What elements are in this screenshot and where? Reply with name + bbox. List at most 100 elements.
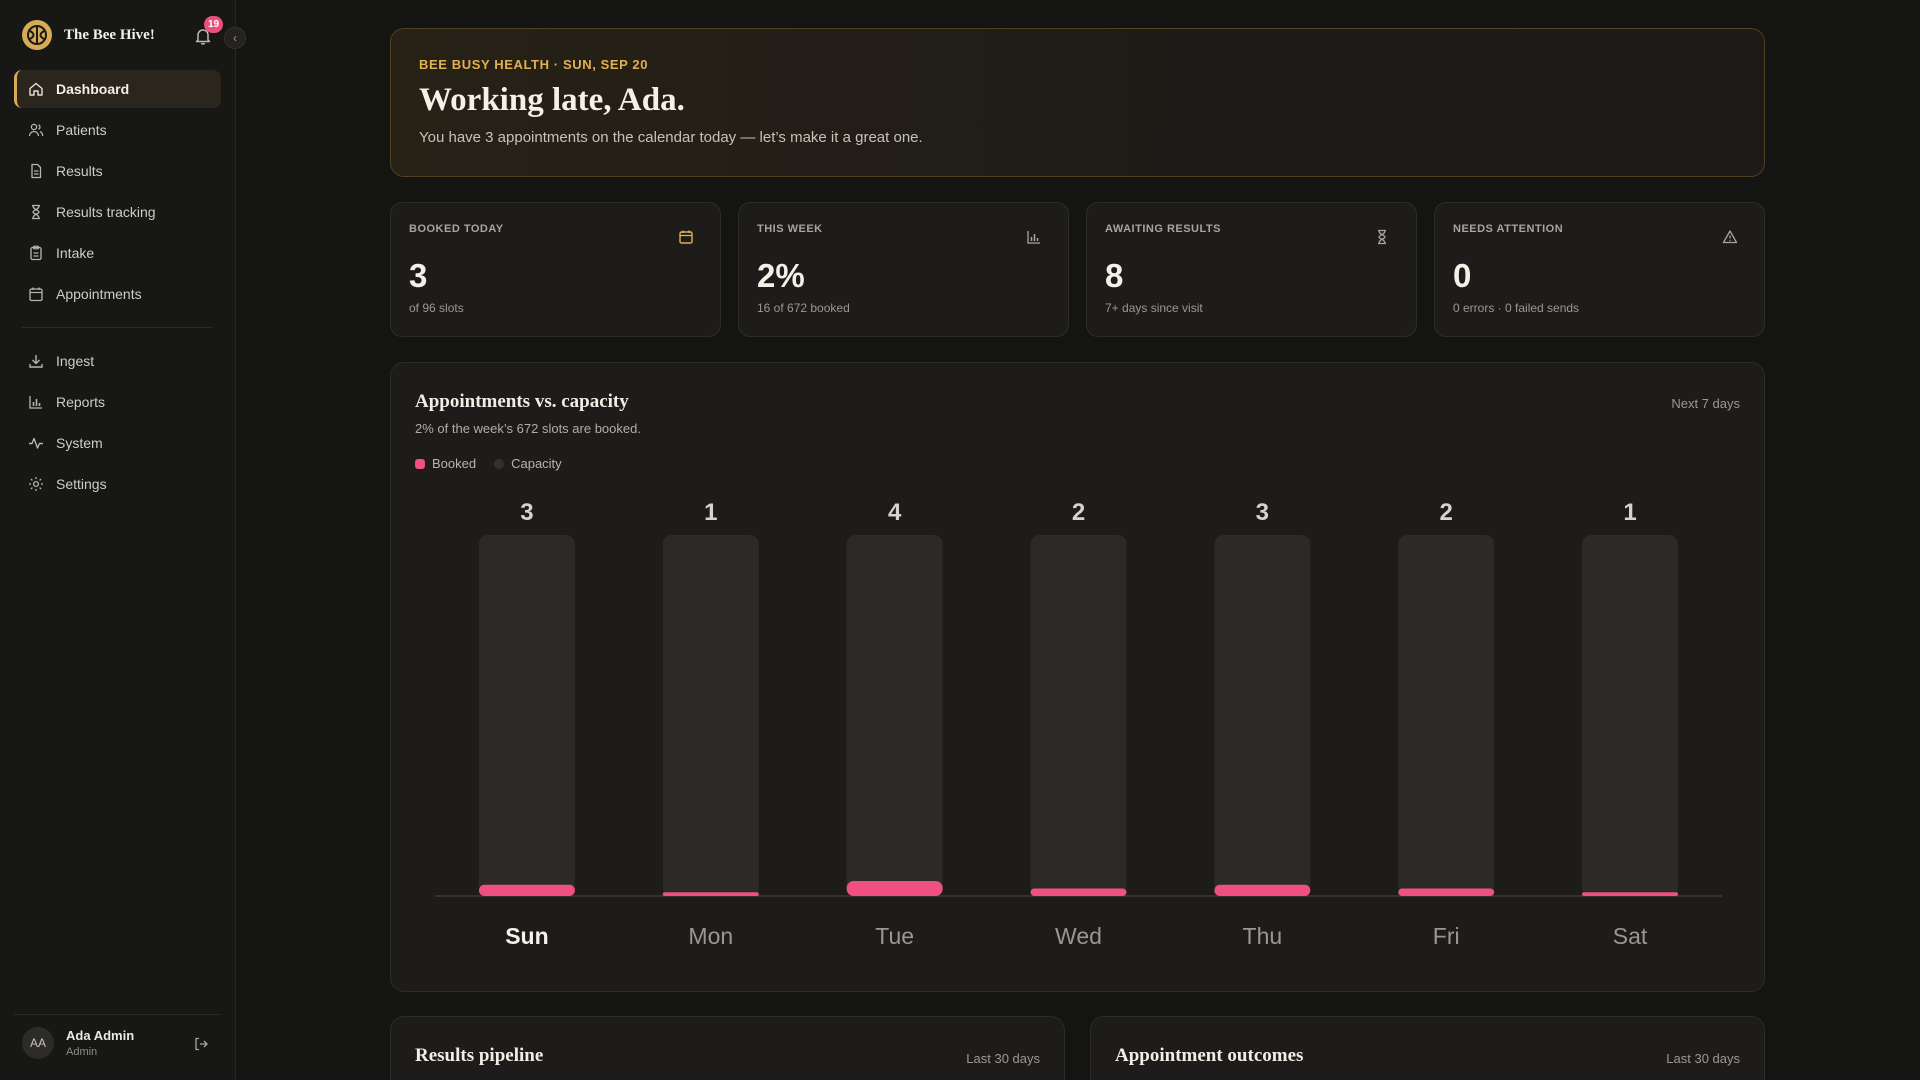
- chart-legend: Booked Capacity: [415, 456, 562, 471]
- bar-value-label: 1: [704, 499, 717, 526]
- capacity-bar: [1582, 535, 1679, 896]
- stat-value: 8: [1105, 257, 1124, 294]
- bar-chart-icon: [29, 396, 42, 409]
- card-title: Appointment outcomes: [1115, 1045, 1304, 1066]
- sidebar-item-label: Intake: [56, 245, 95, 261]
- sidebar: The Bee Hive! 19 ‹ Dashboard Patients Re…: [0, 0, 246, 1080]
- appointment-outcomes-card: Appointment outcomes Last 30 days: [1090, 1016, 1765, 1080]
- sidebar-item-dashboard[interactable]: Dashboard: [14, 70, 221, 108]
- bar-value-label: 3: [520, 499, 533, 526]
- x-tick-label: Mon: [688, 923, 733, 949]
- card-range[interactable]: Last 30 days: [966, 1051, 1040, 1066]
- legend-label: Capacity: [511, 456, 562, 471]
- welcome-banner: BEE BUSY HEALTH · SUN, SEP 20 Working la…: [390, 28, 1765, 177]
- banner-eyebrow: BEE BUSY HEALTH · SUN, SEP 20: [419, 57, 649, 72]
- capacity-bar: [662, 535, 759, 896]
- booked-bar: [1030, 888, 1127, 896]
- stat-sub: 0 errors · 0 failed sends: [1453, 301, 1580, 315]
- booked-bar: [1214, 884, 1311, 896]
- x-tick-label: Fri: [1433, 923, 1460, 949]
- legend-swatch: [494, 458, 505, 469]
- sidebar-item-label: Results: [56, 163, 103, 179]
- avatar: AA: [22, 1027, 54, 1059]
- card-range[interactable]: Last 30 days: [1666, 1051, 1740, 1066]
- capacity-bar: [1214, 535, 1311, 896]
- calendar-icon: [29, 287, 43, 302]
- stat-card-this-week[interactable]: THIS WEEK 2% 16 of 672 booked: [738, 202, 1069, 337]
- user-divider: [14, 1014, 221, 1015]
- stat-label: NEEDS ATTENTION: [1453, 223, 1564, 235]
- sidebar-item-label: Dashboard: [56, 81, 130, 97]
- sidebar-item-intake[interactable]: Intake: [14, 234, 221, 272]
- stat-value: 3: [409, 257, 428, 294]
- clipboard-icon: [30, 245, 42, 261]
- sidebar-nav: Dashboard Patients Results Results track…: [14, 70, 221, 506]
- user-name: Ada Admin: [66, 1028, 135, 1043]
- bar-value-label: 2: [1440, 499, 1453, 526]
- sidebar-item-system[interactable]: System: [14, 424, 221, 462]
- legend-item-booked: Booked: [415, 456, 476, 471]
- x-tick-label: Sun: [505, 923, 548, 949]
- sidebar-item-label: Settings: [56, 476, 107, 492]
- bar-value-label: 1: [1623, 499, 1636, 526]
- alert-triangle-icon: [1722, 230, 1738, 244]
- stat-sub: of 96 slots: [409, 301, 464, 315]
- card-title: Results pipeline: [415, 1045, 544, 1066]
- x-tick-label: Sat: [1613, 923, 1648, 949]
- sidebar-divider: [22, 327, 213, 328]
- chevron-left-icon: ‹: [233, 31, 237, 45]
- sidebar-item-settings[interactable]: Settings: [14, 465, 221, 503]
- home-icon: [29, 82, 43, 96]
- booked-bar: [1582, 892, 1679, 896]
- booked-bar: [662, 892, 759, 896]
- user-profile[interactable]: AA Ada Admin Admin: [22, 1027, 134, 1059]
- capacity-bar: [478, 535, 575, 896]
- legend-label: Booked: [432, 456, 477, 471]
- sidebar-item-ingest[interactable]: Ingest: [14, 342, 221, 380]
- sidebar-item-label: Appointments: [56, 286, 142, 302]
- bar-value-label: 4: [888, 499, 902, 526]
- stat-label: THIS WEEK: [757, 223, 823, 235]
- hourglass-icon: [32, 204, 40, 220]
- bar-chart-icon: [1027, 231, 1040, 244]
- logout-icon[interactable]: [193, 1036, 209, 1052]
- legend-item-capacity: Capacity: [494, 456, 562, 471]
- sidebar-item-patients[interactable]: Patients: [14, 111, 221, 149]
- capacity-bar: [1398, 535, 1495, 896]
- collapse-sidebar-button[interactable]: ‹: [224, 27, 246, 49]
- sidebar-item-results-tracking[interactable]: Results tracking: [14, 193, 221, 231]
- sidebar-item-appointments[interactable]: Appointments: [14, 275, 221, 313]
- chart-title: Appointments vs. capacity: [415, 391, 629, 412]
- bar-value-label: 2: [1072, 499, 1085, 526]
- stat-value: 0: [1453, 257, 1472, 294]
- stat-value: 2%: [757, 257, 805, 294]
- stat-label: BOOKED TODAY: [409, 223, 504, 235]
- notification-badge: 19: [204, 16, 224, 33]
- app-name: The Bee Hive!: [64, 26, 155, 43]
- x-tick-label: Wed: [1055, 923, 1102, 949]
- booked-bar: [478, 884, 575, 896]
- x-tick-label: Thu: [1243, 923, 1283, 949]
- stat-card-needs-attention[interactable]: NEEDS ATTENTION 0 0 errors · 0 failed se…: [1434, 202, 1765, 337]
- x-tick-label: Tue: [875, 923, 914, 949]
- chart-range[interactable]: Next 7 days: [1671, 396, 1740, 411]
- appointments-capacity-card: 3 Sun 1 Mon 4 Tue 2 Wed 3 Thu 2 Fri 1 Sat Appointment…: [390, 362, 1765, 992]
- booked-bar: [846, 880, 943, 896]
- stat-sub: 16 of 672 booked: [757, 301, 850, 315]
- sidebar-item-label: Reports: [56, 394, 106, 410]
- download-icon: [29, 355, 43, 368]
- sidebar-item-reports[interactable]: Reports: [14, 383, 221, 421]
- sidebar-item-label: Patients: [56, 122, 107, 138]
- calendar-icon: [679, 230, 693, 244]
- stat-card-booked-today[interactable]: BOOKED TODAY 3 of 96 slots: [390, 202, 721, 337]
- sidebar-item-results[interactable]: Results: [14, 152, 221, 190]
- stat-card-awaiting-results[interactable]: AWAITING RESULTS 8 7+ days since visit: [1086, 202, 1417, 337]
- stat-sub: 7+ days since visit: [1105, 301, 1203, 315]
- capacity-bar: [1030, 535, 1127, 896]
- brand[interactable]: The Bee Hive!: [22, 20, 155, 50]
- gear-icon: [29, 477, 43, 491]
- capacity-bar: [846, 535, 943, 896]
- results-pipeline-card: Results pipeline Last 30 days: [390, 1016, 1065, 1080]
- booked-bar: [1398, 888, 1495, 896]
- sidebar-item-label: Results tracking: [56, 204, 156, 220]
